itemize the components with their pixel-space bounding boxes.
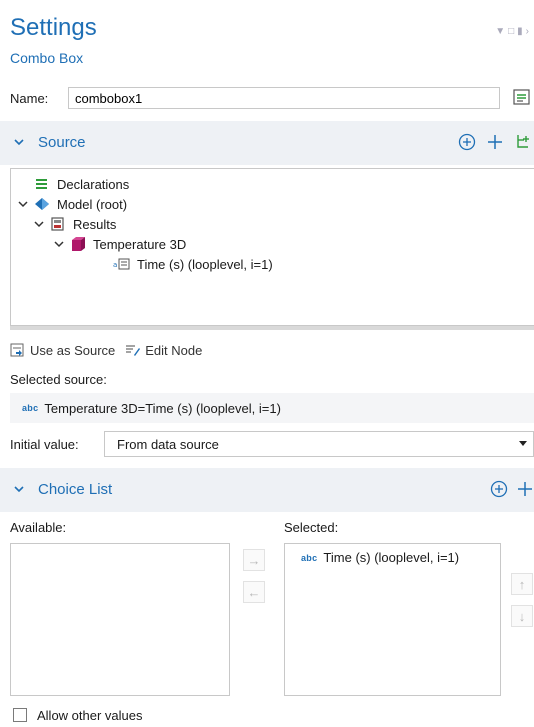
model-icon <box>35 198 49 210</box>
source-actions: Use as Source Edit Node <box>10 340 202 360</box>
add-icon[interactable] <box>486 133 504 151</box>
page-title: Settings <box>10 14 97 41</box>
parameter-icon: a <box>113 258 130 270</box>
selected-source-label: Selected source: <box>10 372 107 387</box>
initial-value-label: Initial value: <box>10 437 79 452</box>
use-as-source-label: Use as Source <box>30 342 116 358</box>
initial-value-text: From data source <box>117 436 219 452</box>
allow-other-values-checkbox[interactable] <box>13 708 27 722</box>
string-type-icon: abc <box>22 403 39 413</box>
window-controls[interactable]: ▼□▮› <box>495 26 532 37</box>
allow-other-values-label: Allow other values <box>37 708 143 723</box>
selected-label: Selected: <box>284 520 339 535</box>
add-circle-icon[interactable] <box>490 480 508 498</box>
source-tree[interactable]: Declarations Model (root) Results Temper… <box>10 168 534 326</box>
cube-icon <box>72 237 85 251</box>
tree-item-label: Results <box>73 216 117 232</box>
page-subtitle: Combo Box <box>10 50 84 66</box>
move-right-button[interactable]: → <box>243 549 265 571</box>
list-item[interactable]: abc Time (s) (looplevel, i=1) <box>285 550 459 565</box>
string-type-icon: abc <box>301 552 318 563</box>
choice-list-section-title: Choice List <box>38 481 113 498</box>
tree-item-temperature-3d[interactable]: Temperature 3D <box>53 234 186 254</box>
edit-node-button[interactable]: Edit Node <box>125 342 202 358</box>
tree-item-label: Temperature 3D <box>93 236 187 252</box>
arrow-up-icon: ↑ <box>518 576 526 592</box>
edit-node-label: Edit Node <box>145 342 203 358</box>
chevron-down-icon[interactable]: ▼ <box>495 26 508 37</box>
move-down-button[interactable]: ↓ <box>511 605 533 627</box>
tree-scrollbar[interactable] <box>10 326 534 330</box>
list-icon <box>36 179 47 189</box>
arrow-left-icon: ← <box>247 584 261 600</box>
tree-item-model[interactable]: Model (root) <box>17 194 127 214</box>
move-up-button[interactable]: ↑ <box>511 573 533 595</box>
name-field[interactable] <box>68 87 500 109</box>
available-list[interactable] <box>10 543 230 696</box>
chevron-down-icon[interactable] <box>12 482 26 496</box>
name-label: Name: <box>10 91 49 106</box>
chevron-down-icon[interactable] <box>519 441 527 446</box>
tree-item-time[interactable]: a Time (s) (looplevel, i=1) <box>113 254 273 274</box>
add-tree-node-icon[interactable] <box>514 133 532 151</box>
chevron-down-icon[interactable] <box>17 198 29 210</box>
list-item-label: Time (s) (looplevel, i=1) <box>323 550 460 565</box>
tree-item-results[interactable]: Results <box>33 214 116 234</box>
choice-list-section-header[interactable]: Choice List <box>0 468 534 512</box>
add-circle-icon[interactable] <box>458 133 476 151</box>
tree-item-label: Time (s) (looplevel, i=1) <box>137 256 273 272</box>
use-as-source-button[interactable]: Use as Source <box>10 342 115 358</box>
move-left-button[interactable]: ← <box>243 581 265 603</box>
pin-icon[interactable]: ▮ <box>517 26 526 37</box>
available-label: Available: <box>10 520 67 535</box>
tree-item-declarations[interactable]: Declarations <box>33 174 129 194</box>
add-icon[interactable] <box>516 480 534 498</box>
initial-value-select[interactable]: From data source <box>104 431 534 457</box>
edit-form-icon[interactable] <box>512 87 532 109</box>
edit-node-icon <box>126 345 141 356</box>
selected-source-value: abc Temperature 3D=Time (s) (looplevel, … <box>10 393 534 423</box>
chevron-down-icon[interactable] <box>33 218 45 230</box>
chevron-down-icon[interactable] <box>53 238 65 250</box>
tree-item-label: Model (root) <box>57 196 128 212</box>
source-section-title: Source <box>38 134 86 151</box>
name-row: Name: <box>0 82 534 116</box>
tree-item-label: Declarations <box>57 176 130 192</box>
results-icon <box>51 217 64 231</box>
source-section-header[interactable]: Source <box>0 121 534 165</box>
svg-text:a: a <box>113 261 117 269</box>
chevron-down-icon[interactable] <box>12 135 26 149</box>
settings-header: Settings Combo Box ▼□▮› <box>0 0 534 76</box>
selected-source-text: Temperature 3D=Time (s) (looplevel, i=1) <box>44 400 281 416</box>
selected-list[interactable]: abc Time (s) (looplevel, i=1) <box>284 543 501 696</box>
arrow-down-icon: ↓ <box>518 608 526 624</box>
arrow-right-icon: → <box>247 552 261 568</box>
close-icon[interactable]: › <box>526 26 532 37</box>
use-as-source-icon <box>10 343 24 357</box>
maximize-icon[interactable]: □ <box>508 26 517 37</box>
